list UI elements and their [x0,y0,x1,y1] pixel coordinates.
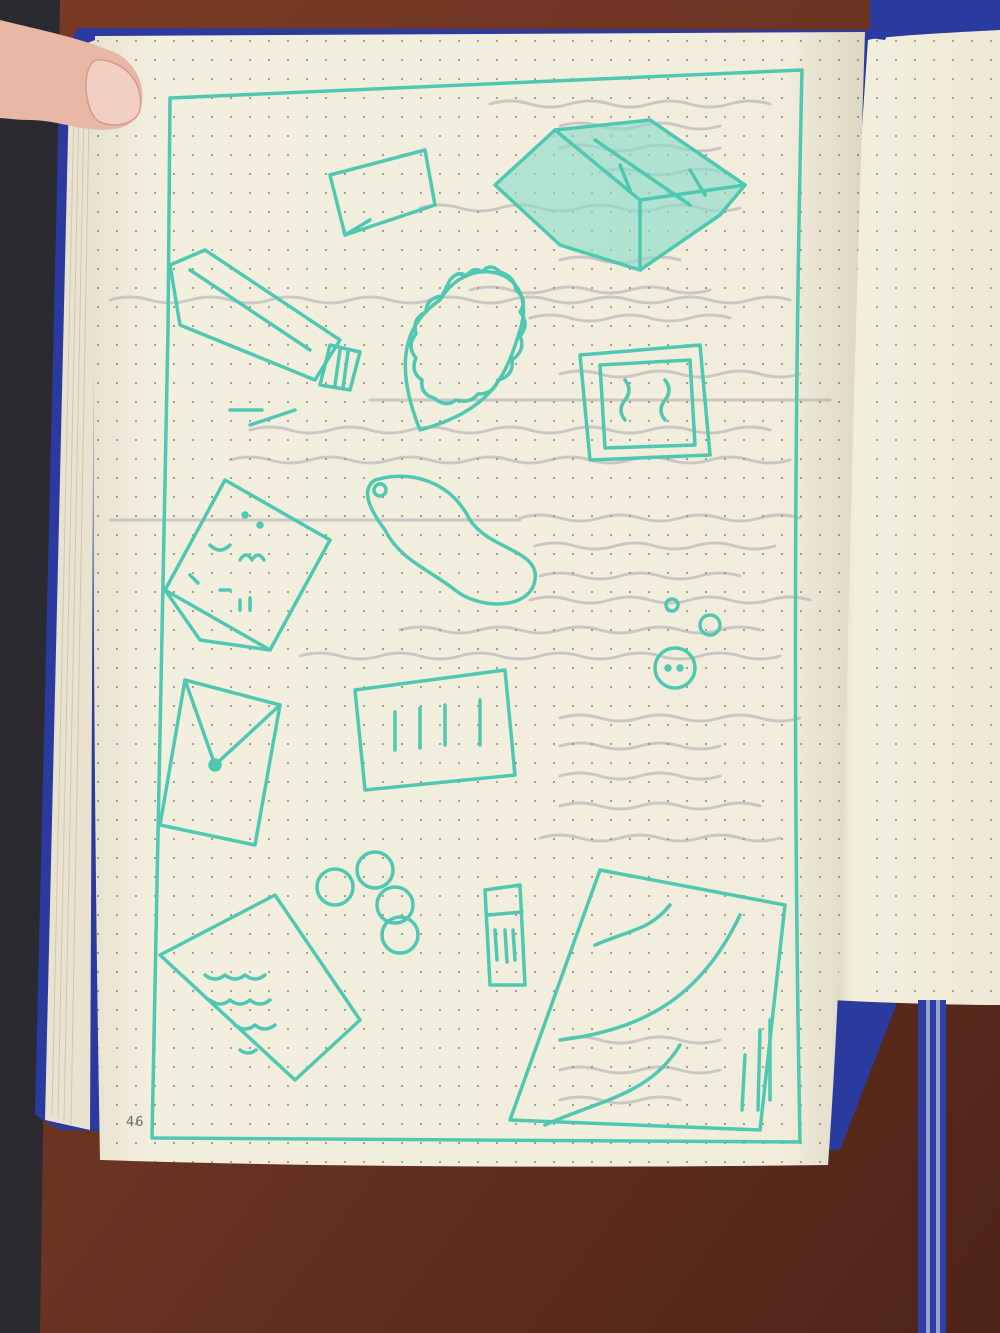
photo-scene [0,0,1000,1333]
ribbon-bottom [918,1000,946,1333]
page-number: 46 [126,1115,145,1130]
